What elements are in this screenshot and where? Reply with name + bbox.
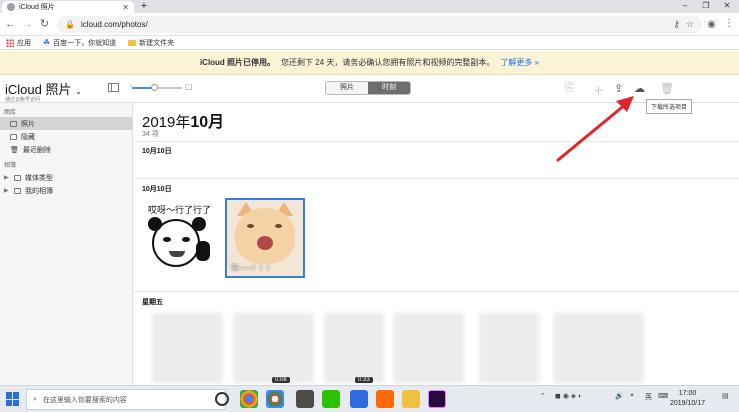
input-method-icon[interactable]: ⌨ xyxy=(658,392,668,400)
task-view-icon[interactable] xyxy=(215,392,229,406)
file-explorer-icon[interactable] xyxy=(402,390,420,408)
tray-chevron-icon[interactable]: ⌃ xyxy=(540,392,546,400)
wechat-icon[interactable] xyxy=(322,390,340,408)
arrow-shaft xyxy=(556,102,628,162)
ime-indicator[interactable]: 英 xyxy=(645,392,652,402)
annotation-arrow xyxy=(556,96,634,162)
taskbar-clock[interactable]: 17:00 2019/10/17 xyxy=(670,389,705,409)
clock-date: 2019/10/17 xyxy=(670,400,706,407)
windows-start-icon[interactable] xyxy=(6,392,20,406)
app-icon[interactable] xyxy=(296,390,314,408)
notifications-icon[interactable]: ▤ xyxy=(722,392,729,400)
wps-icon[interactable] xyxy=(350,390,368,408)
search-icon: ⌕ xyxy=(33,395,37,403)
chrome-icon[interactable] xyxy=(240,390,258,408)
clock-time: 17:00 xyxy=(678,390,697,397)
premiere-icon[interactable] xyxy=(428,390,446,408)
soundcloud-icon[interactable] xyxy=(376,390,394,408)
taskbar-search-input[interactable]: ⌕ 在这里输入你要搜索的内容 xyxy=(26,389,226,410)
search-placeholder: 在这里输入你要搜索的内容 xyxy=(42,396,127,404)
browser-alt-icon[interactable] xyxy=(266,390,284,408)
tray-app-icons[interactable]: ◼ ◉ ◈ ◐ xyxy=(555,392,582,400)
windows-taskbar: ⌕ 在这里输入你要搜索的内容 ⌃ ◼ ◉ ◈ ◐ 🔊 ⌖ 英 ⌨ 17:00 2… xyxy=(0,385,739,412)
volume-icon[interactable]: 🔊 xyxy=(615,392,624,400)
network-icon[interactable]: ⌖ xyxy=(630,392,634,400)
